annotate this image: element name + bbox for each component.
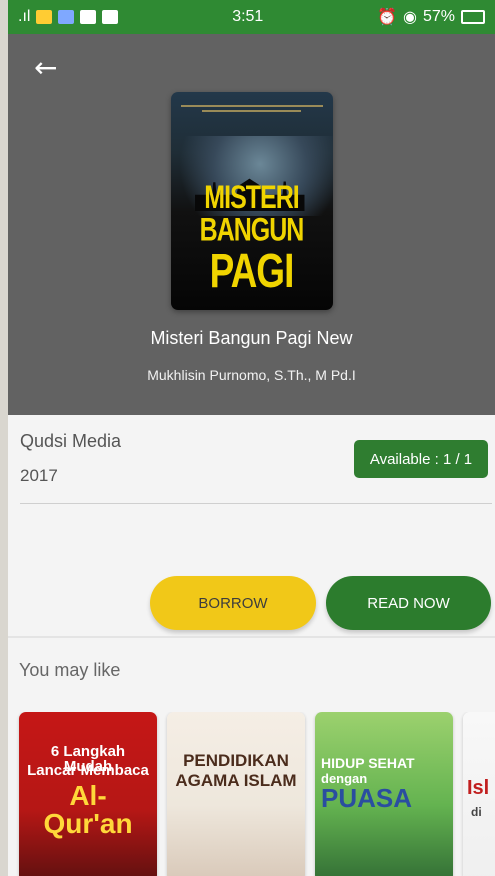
chat-notification-icon: [58, 10, 75, 24]
book-cover: MISTERI BANGUN PAGI: [170, 92, 333, 310]
book-title: Misteri Bangun Pagi New: [150, 328, 353, 348]
arrow-left-icon: ←: [34, 51, 58, 84]
recommended-book-1[interactable]: 6 Langkah Mudah Lancar Membaca Al-Qur'an: [19, 712, 157, 876]
facebook-notification-icon: [102, 10, 119, 24]
recommended-book-4-line-1: Isl: [467, 777, 490, 799]
back-button[interactable]: ←: [34, 54, 57, 82]
cover-title-line-3: PAGI: [209, 244, 295, 298]
book-header: ← MISTERI BANGUN PAGI Misteri Bangun Pag…: [8, 34, 495, 415]
recommended-book-3-line-1: HIDUP SEHAT: [321, 755, 415, 771]
read-now-button[interactable]: READ NOW: [326, 576, 491, 630]
availability-badge: Available : 1 / 1: [354, 440, 488, 478]
recommended-book-2[interactable]: PENDIDIKAN AGAMA ISLAM: [167, 712, 305, 876]
recommended-book-3-line-3: PUASA: [321, 783, 413, 813]
cover-title-line-1: MISTERI: [204, 179, 299, 216]
book-detail-screen: .ıl 3:51 ⏰ ◉ 57% ← MISTERI BANGUN PAGI M…: [8, 0, 495, 876]
book-cover-title: MISTERI BANGUN PAGI: [171, 179, 333, 298]
recommendations-heading: You may like: [19, 660, 121, 680]
status-right: ⏰ ◉ 57%: [377, 7, 485, 27]
borrow-button[interactable]: BORROW: [150, 576, 316, 630]
alarm-icon: ⏰: [377, 9, 397, 26]
recommended-book-2-line-2: AGAMA ISLAM: [175, 771, 297, 790]
publication-year: 2017: [20, 466, 58, 485]
eye-icon: ◉: [402, 9, 417, 26]
section-divider: [8, 636, 495, 638]
recommended-book-2-line-1: PENDIDIKAN: [183, 751, 289, 770]
signal-icon: .ıl: [18, 8, 31, 25]
cover-title-line-2: BANGUN: [199, 211, 305, 249]
book-cover-header-decoration: [180, 102, 323, 114]
recommended-book-1-line-2: Lancar Membaca: [27, 762, 149, 779]
details-divider: [20, 503, 492, 504]
app-notification-icon: [36, 10, 53, 24]
recommended-book-4-line-2: di: [471, 805, 482, 819]
status-left: .ıl: [18, 8, 119, 26]
publisher-name: Qudsi Media: [20, 431, 122, 451]
battery-percent: 57%: [422, 8, 455, 25]
recommendations-list[interactable]: 6 Langkah Mudah Lancar Membaca Al-Qur'an…: [8, 712, 495, 876]
recommended-book-3[interactable]: HIDUP SEHAT dengan PUASA: [315, 712, 453, 876]
recommended-book-1-line-3: Al-Qur'an: [43, 780, 133, 839]
book-author: Mukhlisin Purnomo, S.Th., M Pd.I: [147, 367, 356, 383]
status-bar: .ıl 3:51 ⏰ ◉ 57%: [8, 0, 495, 34]
download-notification-icon: [80, 10, 97, 24]
recommended-book-4[interactable]: Isl di: [463, 712, 495, 876]
battery-icon: [460, 10, 485, 24]
status-time: 3:51: [232, 8, 264, 25]
